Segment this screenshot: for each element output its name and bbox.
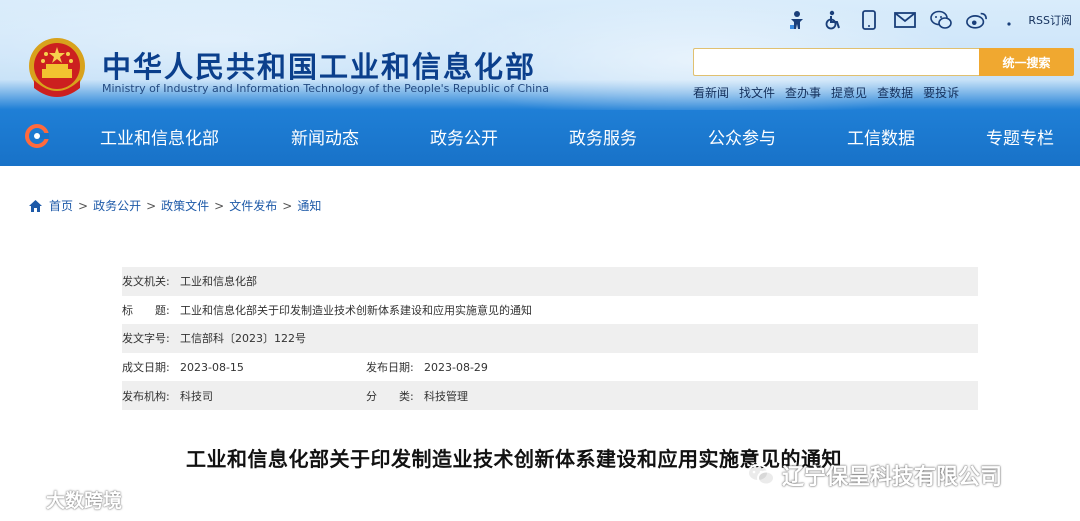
meta-row-docno: 发文字号: 工信部科〔2023〕122号 [122,324,978,353]
meta-published-date: 2023-08-29 [424,360,488,374]
site-header: 中华人民共和国工业和信息化部 Ministry of Industry and … [0,0,1080,166]
top-toolbar: RSS订阅 [786,8,1072,32]
breadcrumb: 首页 > 政务公开 > 政策文件 > 文件发布 > 通知 [28,197,321,214]
watermark-right-text: 辽宁保呈科技有限公司 [782,465,1003,490]
quick-link-feedback[interactable]: 提意见 [831,84,867,101]
nav-item-gov-affairs[interactable]: 政务公开 [430,124,498,149]
search-input[interactable] [693,48,979,76]
quick-link-news[interactable]: 看新闻 [693,84,729,101]
meta-label: 发文机关: [122,275,170,289]
nav-item-public[interactable]: 公众参与 [708,124,776,149]
site-title: 中华人民共和国工业和信息化部 [102,50,537,84]
national-emblem-icon [29,38,85,97]
meta-label: 分 类: [366,389,414,403]
meta-issuer: 工业和信息化部 [180,275,257,289]
nav-item-data[interactable]: 工信数据 [847,124,915,149]
watermark-left-text: 大数跨境 [46,490,123,512]
quick-link-complaint[interactable]: 要投诉 [923,84,959,101]
meta-org: 科技司 [180,389,213,403]
quick-links: 看新闻 找文件 查办事 提意见 查数据 要投诉 [693,84,959,101]
wechat-watermark-icon [747,464,775,486]
rss-icon[interactable] [1002,9,1024,31]
main-nav: 工业和信息化部 新闻动态 政务公开 政务服务 公众参与 工信数据 专题专栏 [0,116,1080,154]
meta-row-title: 标 题: 工业和信息化部关于印发制造业技术创新体系建设和应用实施意见的通知 [122,296,978,325]
meta-label: 发文字号: [122,332,170,346]
watermark-logo-icon [11,490,39,509]
accessibility-figure-icon[interactable] [786,9,808,31]
meta-row-dates: 成文日期: 2023-08-15 发布日期: 2023-08-29 [122,353,978,382]
document-title: 工业和信息化部关于印发制造业技术创新体系建设和应用实施意见的通知 [186,447,842,471]
breadcrumb-gov-affairs[interactable]: 政务公开 [93,197,141,214]
meta-label: 成文日期: [122,361,170,375]
watermark-right: 辽宁保呈科技有限公司 [746,459,1002,491]
breadcrumb-notice[interactable]: 通知 [297,197,321,214]
breadcrumb-separator: > [214,198,225,213]
breadcrumb-policy-docs[interactable]: 政策文件 [161,197,209,214]
nav-item-gov-services[interactable]: 政务服务 [569,124,637,149]
quick-link-data[interactable]: 查数据 [877,84,913,101]
nav-item-ministry[interactable]: 工业和信息化部 [100,124,219,149]
breadcrumb-separator: > [78,198,89,213]
weibo-icon[interactable] [966,9,988,31]
meta-row-issuer: 发文机关: 工业和信息化部 [122,267,978,296]
home-icon [29,199,42,212]
wechat-icon[interactable] [930,9,953,31]
unified-search-button[interactable]: 统一搜索 [979,48,1074,76]
breadcrumb-doc-release[interactable]: 文件发布 [229,197,277,214]
meta-written-date: 2023-08-15 [180,360,244,374]
nav-item-news[interactable]: 新闻动态 [291,124,359,149]
meta-title: 工业和信息化部关于印发制造业技术创新体系建设和应用实施意见的通知 [180,303,532,317]
quick-link-services[interactable]: 查办事 [785,84,821,101]
breadcrumb-separator: > [282,198,293,213]
wheelchair-icon[interactable] [822,9,844,31]
mail-icon[interactable] [894,9,917,31]
meta-label: 发布机构: [122,389,170,403]
watermark-left: 大数跨境 [10,486,122,513]
mobile-icon[interactable] [858,9,880,31]
meta-row-org: 发布机构: 科技司 分 类: 科技管理 [122,381,978,410]
rss-link[interactable]: RSS订阅 [1028,12,1072,28]
meta-label: 标 题: [122,303,170,317]
quick-link-files[interactable]: 找文件 [739,84,775,101]
nav-item-topics[interactable]: 专题专栏 [986,124,1054,149]
ministry-logo-icon[interactable] [25,124,49,148]
breadcrumb-separator: > [146,198,157,213]
meta-category: 科技管理 [424,389,468,403]
document-meta-table: 发文机关: 工业和信息化部 标 题: 工业和信息化部关于印发制造业技术创新体系建… [122,267,978,410]
breadcrumb-home[interactable]: 首页 [49,197,73,214]
meta-docno: 工信部科〔2023〕122号 [180,332,306,346]
meta-label: 发布日期: [366,361,414,375]
site-subtitle: Ministry of Industry and Information Tec… [102,82,549,95]
